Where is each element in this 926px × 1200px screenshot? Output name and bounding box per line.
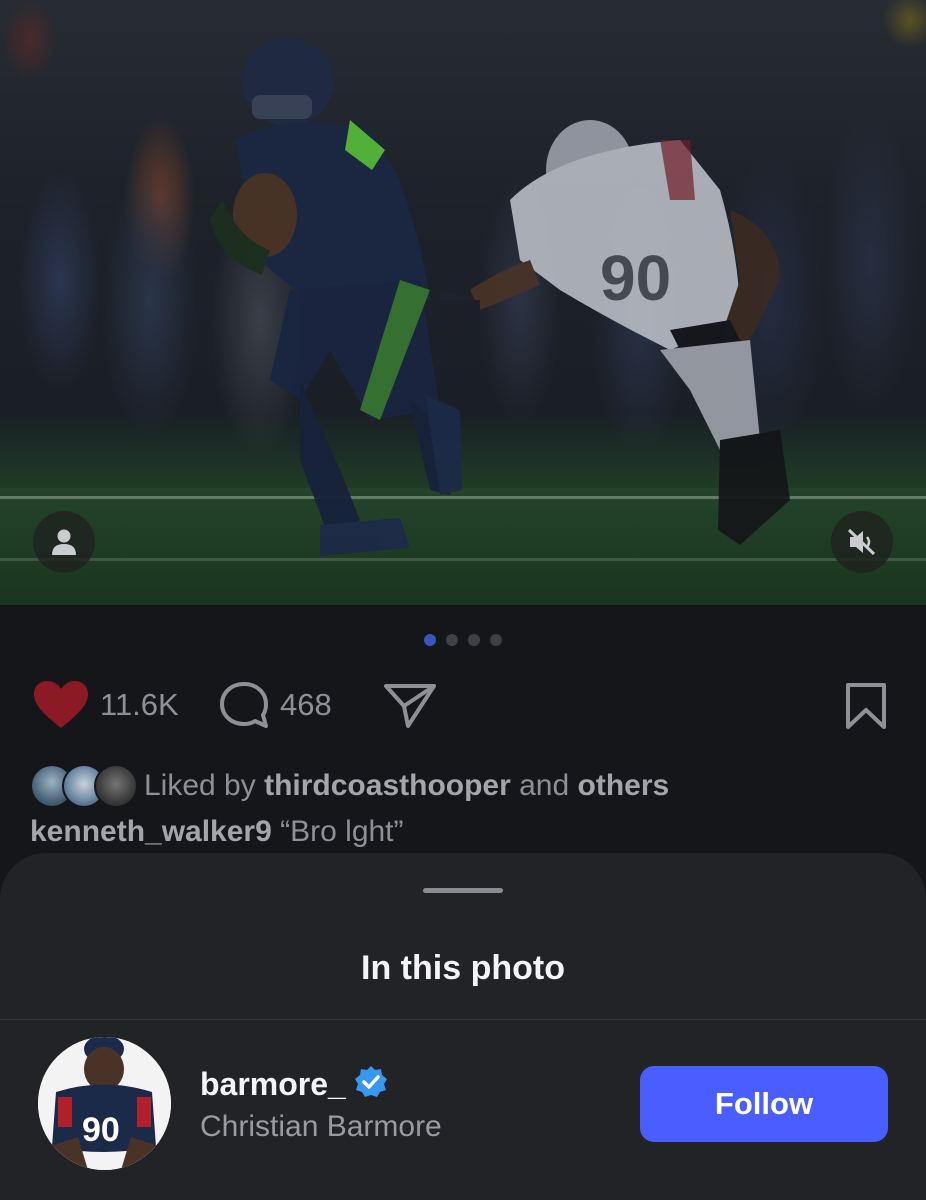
person-icon bbox=[52, 529, 76, 555]
speech-bubble-icon bbox=[220, 682, 268, 728]
follow-button[interactable]: Follow bbox=[640, 1066, 888, 1142]
post-caption: kenneth_walker9 “Bro lght” bbox=[30, 815, 404, 849]
liked-by-username[interactable]: thirdcoasthooper bbox=[264, 769, 511, 802]
sheet-drag-handle[interactable] bbox=[423, 888, 503, 893]
svg-text:90: 90 bbox=[82, 1111, 120, 1149]
caption-username[interactable]: kenneth_walker9 bbox=[30, 815, 272, 848]
carousel-indicator bbox=[0, 634, 926, 646]
photo-players: 90 bbox=[210, 38, 790, 556]
avatar-image: 90 bbox=[38, 1037, 171, 1170]
likes-count: 11.6K bbox=[100, 687, 179, 722]
tagged-user-row[interactable]: 90 barmore_ Christian Barmore Follow bbox=[38, 1037, 888, 1173]
svg-text:90: 90 bbox=[600, 242, 671, 314]
tagged-users-button[interactable] bbox=[33, 511, 95, 573]
liked-by-row[interactable]: Liked by thirdcoasthooper and others bbox=[30, 764, 669, 808]
carousel-dot-active bbox=[424, 634, 436, 646]
tagged-full-name: Christian Barmore bbox=[200, 1110, 442, 1143]
comments-count: 468 bbox=[280, 687, 332, 722]
caption-text: “Bro lght” bbox=[280, 815, 404, 848]
tagged-username[interactable]: barmore_ bbox=[200, 1066, 346, 1103]
liked-by-text: Liked by thirdcoasthooper and others bbox=[144, 769, 669, 803]
liked-by-prefix: Liked by bbox=[144, 769, 256, 802]
sheet-title: In this photo bbox=[361, 949, 565, 987]
tagged-user-avatar[interactable]: 90 bbox=[38, 1037, 171, 1170]
carousel-dot bbox=[468, 634, 480, 646]
share-button[interactable] bbox=[382, 680, 438, 730]
paper-plane-icon bbox=[384, 684, 436, 728]
carousel-dot bbox=[490, 634, 502, 646]
tagged-username-line: barmore_ bbox=[200, 1065, 388, 1104]
sheet-divider bbox=[0, 1019, 926, 1020]
carousel-dot bbox=[446, 634, 458, 646]
speaker-muted-icon bbox=[847, 528, 876, 556]
comment-button[interactable]: 468 bbox=[218, 680, 332, 730]
avatar bbox=[94, 764, 138, 808]
bookmark-icon bbox=[846, 683, 886, 729]
liked-by-avatars bbox=[30, 764, 140, 808]
post-photo[interactable]: 90 bbox=[0, 0, 926, 605]
mute-toggle-button[interactable] bbox=[831, 511, 893, 573]
liked-by-connector: and bbox=[519, 769, 570, 802]
save-button[interactable] bbox=[844, 682, 888, 730]
like-button[interactable]: 11.6K bbox=[32, 680, 179, 730]
heart-filled-icon bbox=[34, 681, 88, 728]
post-actions: 11.6K 468 bbox=[32, 680, 894, 732]
in-this-photo-sheet: In this photo 90 barmore_ Christian Barm… bbox=[0, 853, 926, 1200]
liked-by-others[interactable]: others bbox=[578, 769, 670, 802]
verified-badge-icon bbox=[354, 1065, 388, 1104]
